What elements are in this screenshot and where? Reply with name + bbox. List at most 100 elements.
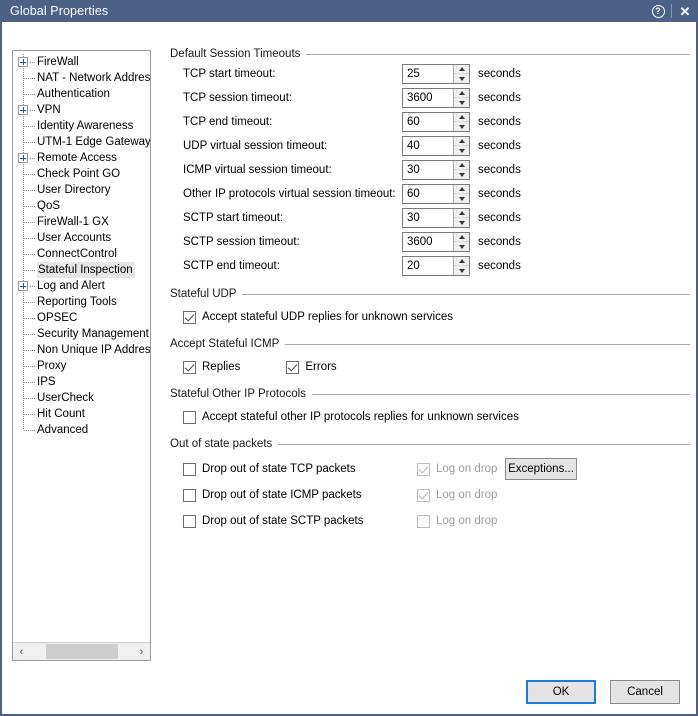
timeout-label: UDP virtual session timeout: (183, 140, 328, 152)
checkbox-icmp-replies[interactable]: Replies (183, 356, 240, 378)
spinner-down-icon[interactable] (454, 98, 469, 107)
sidebar-item-authentication[interactable]: Authentication (13, 86, 150, 102)
exceptions-button[interactable]: Exceptions... (505, 458, 577, 480)
scrollbar-track[interactable] (30, 643, 133, 660)
sidebar-item-user-accounts[interactable]: User Accounts (13, 230, 150, 246)
sidebar-item-security-management[interactable]: Security Management . (13, 326, 150, 342)
sidebar-item-label: Non Unique IP Address (37, 344, 150, 356)
help-button[interactable]: ? (645, 0, 671, 22)
scroll-left-icon[interactable]: ‹ (13, 643, 30, 660)
sidebar-item-proxy[interactable]: Proxy (13, 358, 150, 374)
spinner-up-icon[interactable] (454, 233, 469, 242)
timeout-spinner[interactable]: 3600 (402, 232, 470, 252)
sidebar-item-stateful-inspection[interactable]: Stateful Inspection (13, 262, 150, 278)
sidebar-item-check-point-go[interactable]: Check Point GO (13, 166, 150, 182)
spinner-value[interactable]: 3600 (403, 89, 453, 107)
spinner-down-icon[interactable] (454, 266, 469, 275)
spinner-up-icon[interactable] (454, 257, 469, 266)
spinner-value[interactable]: 30 (403, 209, 453, 227)
tree-horizontal-scrollbar[interactable]: ‹ › (13, 642, 150, 660)
timeout-unit: seconds (478, 260, 521, 272)
checkbox-icmp-errors[interactable]: Errors (286, 356, 337, 378)
tree-expander[interactable] (17, 54, 37, 70)
spinner-up-icon[interactable] (454, 185, 469, 194)
checkbox-box[interactable] (183, 488, 196, 502)
scroll-right-icon[interactable]: › (133, 643, 150, 660)
spinner-value[interactable]: 40 (403, 137, 453, 155)
checkbox-box[interactable] (183, 462, 196, 476)
sidebar-item-log-and-alert[interactable]: Log and Alert (13, 278, 150, 294)
checkbox-accept-stateful-udp[interactable]: Accept stateful UDP replies for unknown … (170, 306, 690, 328)
sidebar-item-hit-count[interactable]: Hit Count (13, 406, 150, 422)
spinner-up-icon[interactable] (454, 113, 469, 122)
spinner-up-icon[interactable] (454, 89, 469, 98)
sidebar-item-non-unique-ip-address[interactable]: Non Unique IP Address (13, 342, 150, 358)
sidebar-item-identity-awareness[interactable]: Identity Awareness (13, 118, 150, 134)
timeout-spinner[interactable]: 60 (402, 184, 470, 204)
plus-icon[interactable] (18, 281, 28, 291)
tree-expander[interactable] (17, 150, 37, 166)
timeout-spinner[interactable]: 3600 (402, 88, 470, 108)
group-rule (311, 393, 690, 395)
spinner-buttons (453, 257, 469, 275)
spinner-up-icon[interactable] (454, 65, 469, 74)
timeout-spinner[interactable]: 40 (402, 136, 470, 156)
plus-icon[interactable] (18, 105, 28, 115)
sidebar-item-vpn[interactable]: VPN (13, 102, 150, 118)
sidebar-item-opsec[interactable]: OPSEC (13, 310, 150, 326)
timeout-spinner[interactable]: 20 (402, 256, 470, 276)
spinner-down-icon[interactable] (454, 194, 469, 203)
sidebar-item-firewall[interactable]: FireWall (13, 54, 150, 70)
plus-icon[interactable] (18, 153, 28, 163)
spinner-value[interactable]: 60 (403, 185, 453, 203)
spinner-up-icon[interactable] (454, 137, 469, 146)
sidebar-item-utm-1-edge-gateway[interactable]: UTM-1 Edge Gateway (13, 134, 150, 150)
scrollbar-thumb[interactable] (46, 644, 118, 659)
spinner-down-icon[interactable] (454, 122, 469, 131)
sidebar-item-firewall-1-gx[interactable]: FireWall-1 GX (13, 214, 150, 230)
checkbox-box[interactable] (183, 410, 196, 424)
spinner-value[interactable]: 3600 (403, 233, 453, 251)
spinner-value[interactable]: 20 (403, 257, 453, 275)
spinner-down-icon[interactable] (454, 74, 469, 83)
checkbox-box[interactable] (183, 360, 196, 374)
timeout-spinner[interactable]: 30 (402, 208, 470, 228)
timeout-row: TCP start timeout: 25 seconds (170, 62, 690, 86)
sidebar-item-user-directory[interactable]: User Directory (13, 182, 150, 198)
spinner-down-icon[interactable] (454, 242, 469, 251)
spinner-up-icon[interactable] (454, 209, 469, 218)
timeout-spinner[interactable]: 60 (402, 112, 470, 132)
sidebar-item-qos[interactable]: QoS (13, 198, 150, 214)
spinner-down-icon[interactable] (454, 170, 469, 179)
spinner-down-icon[interactable] (454, 146, 469, 155)
sidebar-item-remote-access[interactable]: Remote Access (13, 150, 150, 166)
spinner-value[interactable]: 60 (403, 113, 453, 131)
group-rule (242, 293, 690, 295)
plus-icon[interactable] (18, 57, 28, 67)
checkbox-box[interactable] (183, 514, 196, 528)
sidebar-item-label: Stateful Inspection (37, 262, 135, 278)
cancel-button[interactable]: Cancel (610, 680, 680, 704)
timeout-spinner[interactable]: 30 (402, 160, 470, 180)
sidebar-item-advanced[interactable]: Advanced (13, 422, 150, 438)
sidebar-item-usercheck[interactable]: UserCheck (13, 390, 150, 406)
sidebar-item-ips[interactable]: IPS (13, 374, 150, 390)
tree-expander[interactable] (17, 278, 37, 294)
sidebar-item-nat-network-addres[interactable]: NAT - Network Addres (13, 70, 150, 86)
checkbox-accept-stateful-other-ip[interactable]: Accept stateful other IP protocols repli… (170, 406, 690, 428)
checkbox-box[interactable] (286, 360, 300, 374)
spinner-value[interactable]: 30 (403, 161, 453, 179)
sidebar-item-connectcontrol[interactable]: ConnectControl (13, 246, 150, 262)
sidebar-item-reporting-tools[interactable]: Reporting Tools (13, 294, 150, 310)
spinner-value[interactable]: 25 (403, 65, 453, 83)
checkbox-box[interactable] (183, 310, 196, 324)
timeout-row: ICMP virtual session timeout: 30 seconds (170, 158, 690, 182)
spinner-down-icon[interactable] (454, 218, 469, 227)
tree-expander[interactable] (17, 102, 37, 118)
checkbox-label: Accept stateful UDP replies for unknown … (202, 311, 453, 323)
spinner-up-icon[interactable] (454, 161, 469, 170)
close-button[interactable]: ✕ (672, 0, 698, 22)
ok-button[interactable]: OK (526, 680, 596, 704)
timeout-spinner[interactable]: 25 (402, 64, 470, 84)
out-of-state-rows: Drop out of state TCP packets Log on drop… (170, 456, 690, 534)
